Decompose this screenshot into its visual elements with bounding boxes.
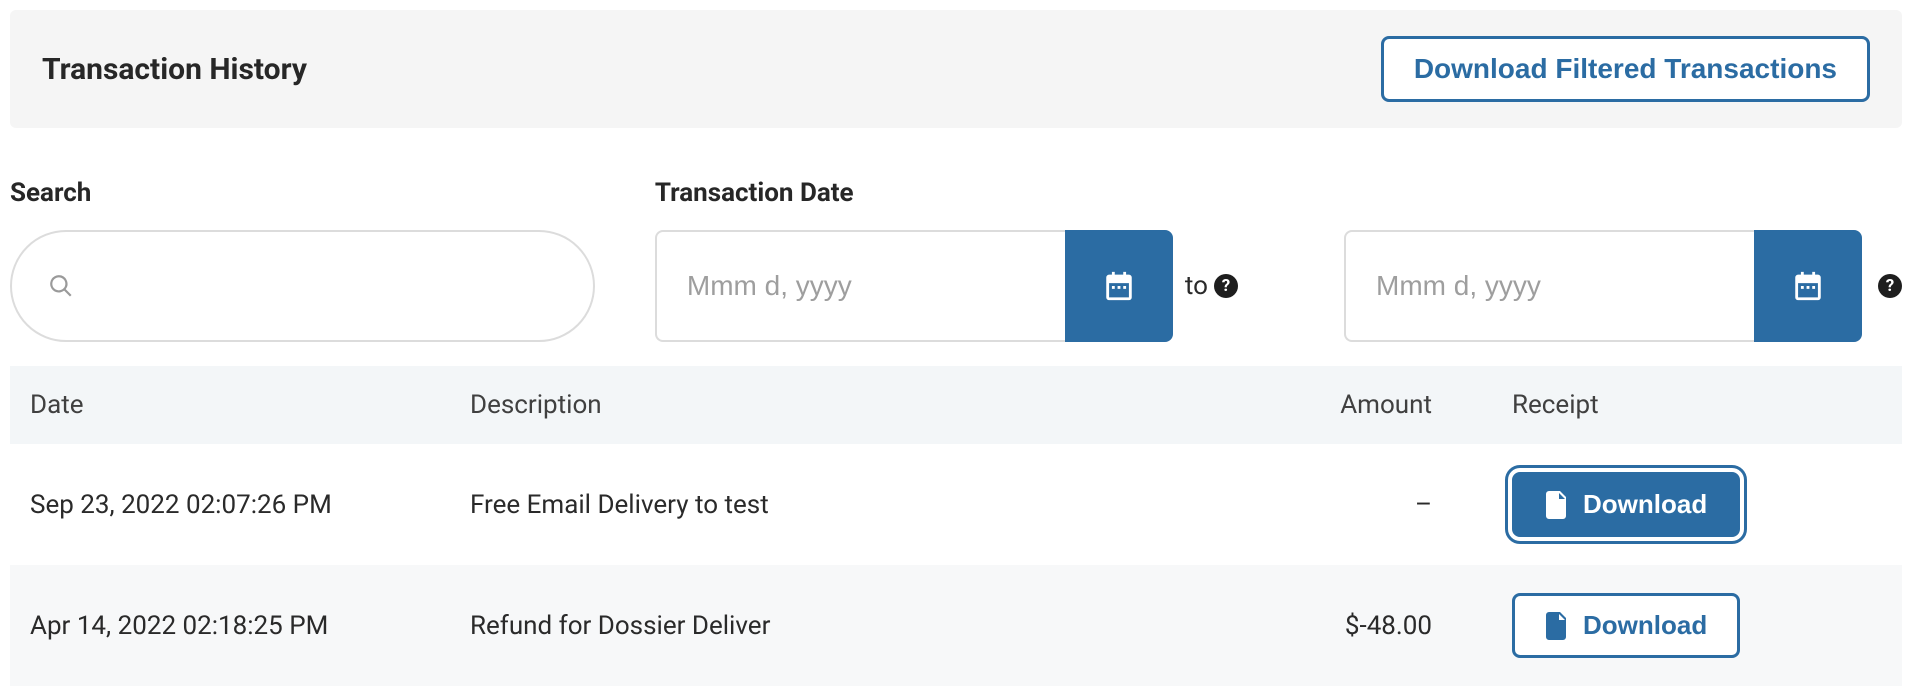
calendar-icon xyxy=(1102,269,1136,303)
download-filtered-button[interactable]: Download Filtered Transactions xyxy=(1381,36,1870,102)
date-from-input[interactable] xyxy=(655,230,1065,342)
search-input[interactable] xyxy=(90,271,557,301)
cell-description: Free Email Delivery to test xyxy=(450,444,1252,565)
page-header: Transaction History Download Filtered Tr… xyxy=(10,10,1902,128)
table-row: Sep 23, 2022 02:07:26 PM Free Email Deli… xyxy=(10,444,1902,565)
col-receipt-header: Receipt xyxy=(1492,366,1902,444)
date-range-separator: to xyxy=(1185,271,1208,301)
col-amount-header: Amount xyxy=(1252,366,1492,444)
transaction-date-label: Transaction Date xyxy=(655,178,1902,208)
col-description-header: Description xyxy=(450,366,1252,444)
search-label: Search xyxy=(10,178,595,208)
transactions-table: Date Description Amount Receipt Sep 23, … xyxy=(10,366,1902,686)
download-receipt-button[interactable]: Download xyxy=(1512,472,1740,537)
help-icon[interactable]: ? xyxy=(1214,274,1238,298)
page-title: Transaction History xyxy=(42,52,307,87)
download-receipt-button[interactable]: Download xyxy=(1512,593,1740,658)
cell-description: Refund for Dossier Deliver xyxy=(450,565,1252,686)
col-date-header: Date xyxy=(10,366,450,444)
cell-amount: – xyxy=(1252,444,1492,565)
cell-date: Sep 23, 2022 02:07:26 PM xyxy=(10,444,450,565)
search-icon xyxy=(48,273,74,299)
search-input-wrap[interactable] xyxy=(10,230,595,342)
table-header-row: Date Description Amount Receipt xyxy=(10,366,1902,444)
cell-amount: $-48.00 xyxy=(1252,565,1492,686)
date-from-picker-button[interactable] xyxy=(1065,230,1173,342)
download-label: Download xyxy=(1583,610,1707,641)
table-row: Apr 14, 2022 02:18:25 PM Refund for Doss… xyxy=(10,565,1902,686)
download-label: Download xyxy=(1583,489,1707,520)
date-to-input[interactable] xyxy=(1344,230,1754,342)
pdf-icon xyxy=(1545,612,1569,640)
cell-date: Apr 14, 2022 02:18:25 PM xyxy=(10,565,450,686)
calendar-icon xyxy=(1791,269,1825,303)
pdf-icon xyxy=(1545,491,1569,519)
help-icon[interactable]: ? xyxy=(1878,274,1902,298)
date-to-picker-button[interactable] xyxy=(1754,230,1862,342)
